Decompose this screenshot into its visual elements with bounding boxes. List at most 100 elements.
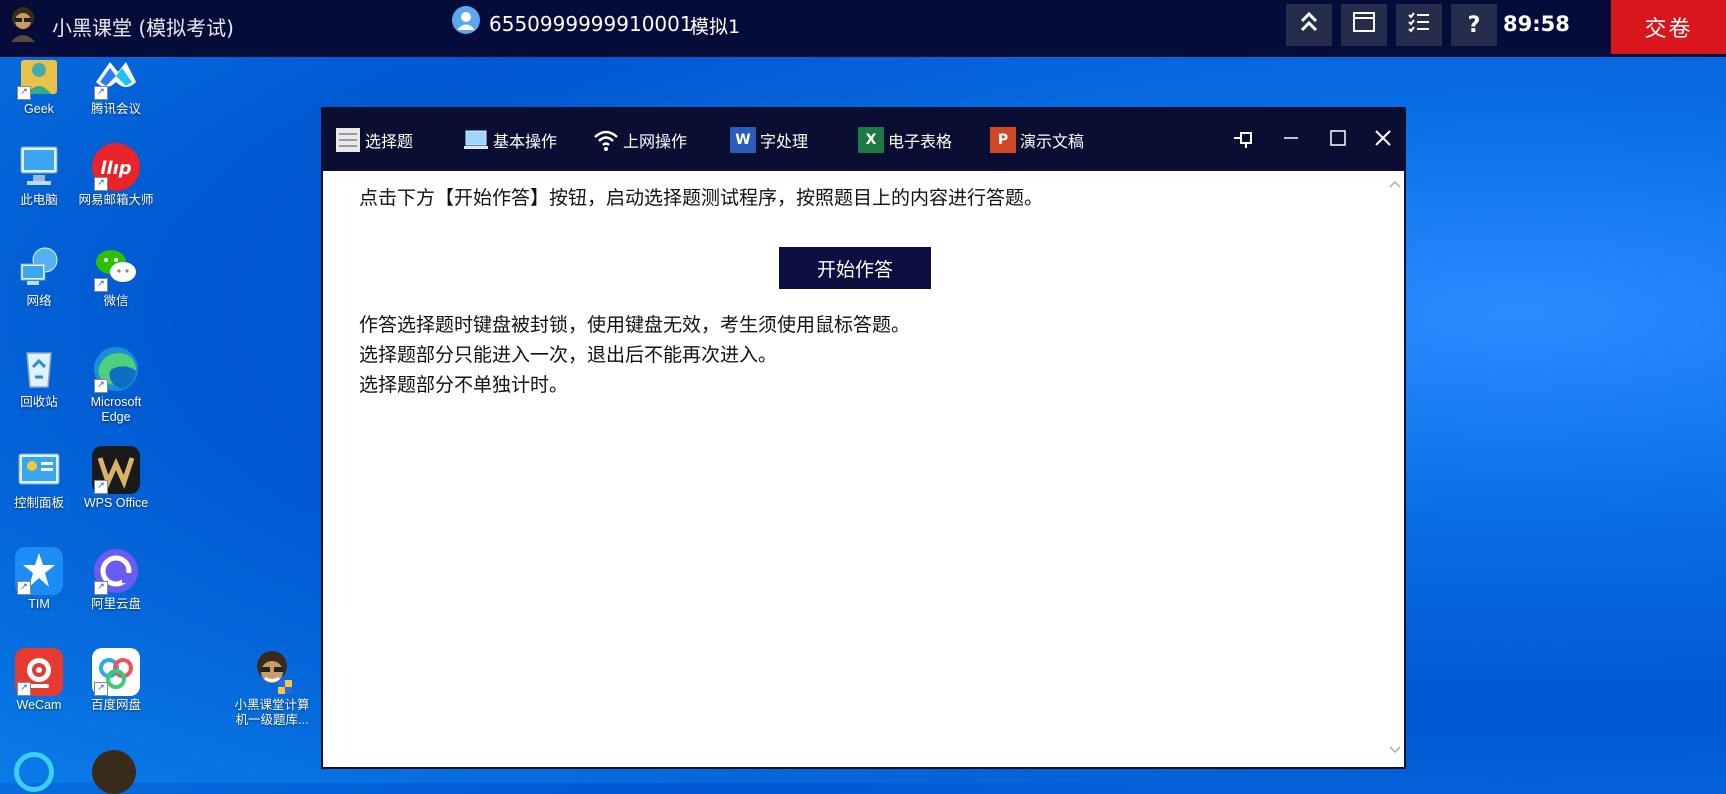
network-globe-icon [15, 244, 63, 292]
tab-label: 上网操作 [623, 132, 688, 151]
desktop-icon-baidu-netdisk[interactable]: ↗ 百度网盘 [77, 648, 155, 713]
instructions-panel: 点击下方【开始作答】按钮，启动选择题测试程序，按照题目上的内容进行答题。 开始作… [323, 171, 1388, 767]
countdown-timer: 89:58 [1503, 12, 1570, 36]
close-button[interactable] [1368, 125, 1398, 155]
tab-spreadsheet[interactable]: X 电子表格 [858, 125, 952, 155]
tab-label: 演示文稿 [1020, 132, 1085, 151]
pin-icon [1233, 128, 1255, 153]
tab-label: 电子表格 [888, 132, 953, 151]
question-type-tabs: 选择题 基本操作 上网操作 W 字处理 X 电子表格 P 演示文稿 [323, 109, 1404, 171]
app-logo-icon [6, 4, 40, 42]
desktop-icon-label: 百度网盘 [90, 698, 141, 712]
shortcut-arrow-icon: ↗ [94, 86, 108, 100]
control-panel-icon [15, 446, 63, 494]
desktop-icon-geek[interactable]: ↗ Geek [0, 52, 78, 117]
baidu-netdisk-icon: ↗ [92, 648, 140, 696]
desktop-icon-this-pc[interactable]: 此电脑 [0, 143, 78, 208]
tim-icon: ↗ [15, 547, 63, 595]
desktop-icon-edge[interactable]: ↗ Microsoft Edge [77, 345, 155, 425]
shortcut-arrow-icon: ↗ [94, 177, 108, 191]
shortcut-arrow-icon: ↗ [94, 379, 108, 393]
list-icon [335, 127, 361, 153]
maximize-button[interactable] [1323, 125, 1353, 155]
shortcut-arrow-icon: ↗ [94, 480, 108, 494]
desktop-icon-label: 此电脑 [20, 193, 58, 207]
exam-id: 6550999999910001 [489, 12, 693, 36]
desktop-icon-label: 阿里云盘 [90, 597, 141, 611]
minimize-button[interactable] [1276, 125, 1306, 155]
tab-word-processing[interactable]: W 字处理 [730, 125, 808, 155]
tencent-meeting-icon: ↗ [92, 52, 140, 100]
checklist-icon [1407, 11, 1431, 39]
desktop-icon-label: 腾讯会议 [90, 102, 141, 116]
user-avatar-icon [452, 6, 480, 34]
desktop-icon-wps-office[interactable]: ↗ WPS Office [77, 446, 155, 511]
geek-icon: ↗ [15, 52, 63, 100]
desktop-icon-label: Geek [24, 102, 54, 116]
desktop-icon-wecam[interactable]: ↗ WeCam [0, 648, 78, 713]
netease-mail-icon: llıp ↗ [92, 143, 140, 191]
help-button[interactable]: ? [1451, 4, 1497, 46]
recycle-bin-icon [15, 345, 63, 393]
desktop-icon-label: 控制面板 [13, 496, 64, 510]
scroll-up-icon[interactable] [1389, 179, 1401, 191]
wifi-icon [593, 127, 619, 153]
monitor-icon [463, 127, 489, 153]
collapse-button[interactable] [1286, 4, 1332, 46]
powerpoint-icon: P [990, 127, 1016, 153]
desktop-icon-control-panel[interactable]: 控制面板 [0, 446, 78, 511]
tab-label: 字处理 [760, 132, 809, 151]
partial-desktop-icon [14, 752, 54, 792]
tab-presentation[interactable]: P 演示文稿 [990, 125, 1084, 155]
shortcut-arrow-icon: ↗ [94, 682, 108, 696]
desktop-icon-network[interactable]: 网络 [0, 244, 78, 309]
desktop-icon-recycle-bin[interactable]: 回收站 [0, 345, 78, 410]
note-line: 作答选择题时键盘被封锁，使用键盘无效，考生须使用鼠标答题。 [359, 314, 911, 336]
pin-button[interactable] [1229, 125, 1259, 155]
window-icon [1352, 11, 1376, 39]
desktop-icon-label: 网络 [26, 294, 52, 308]
wps-office-icon: ↗ [92, 446, 140, 494]
desktop-icon-label: Microsoft Edge [90, 395, 142, 424]
partial-mascot-icon [92, 750, 136, 794]
shortcut-arrow-icon: ↗ [17, 581, 31, 595]
tab-label: 基本操作 [493, 132, 558, 151]
shortcut-arrow-icon: ↗ [94, 278, 108, 292]
desktop-icon-aliyun-drive[interactable]: ↗ 阿里云盘 [77, 547, 155, 612]
wecam-icon: ↗ [15, 648, 63, 696]
desktop-icon-tencent-meeting[interactable]: ↗ 腾讯会议 [77, 52, 155, 117]
svg-text:llıp: llıp [100, 158, 132, 179]
vertical-scrollbar[interactable] [1386, 171, 1404, 767]
desktop-icon-label: 微信 [103, 294, 129, 308]
desktop-icon-netease-mail[interactable]: llıp ↗ 网易邮箱大师 [77, 143, 155, 208]
tab-basic-operation[interactable]: 基本操作 [463, 125, 557, 155]
desktop-icon-label: 网易邮箱大师 [78, 193, 154, 207]
scroll-down-icon[interactable] [1389, 745, 1401, 757]
desktop-icon-wechat[interactable]: ↗ 微信 [77, 244, 155, 309]
tab-label: 选择题 [365, 132, 414, 151]
excel-icon: X [858, 127, 884, 153]
submit-exam-button[interactable]: 交卷 [1611, 0, 1726, 54]
minimize-icon [1282, 128, 1300, 152]
tab-choice[interactable]: 选择题 [335, 125, 413, 155]
checklist-button[interactable] [1396, 4, 1442, 46]
shortcut-arrow-icon: ↗ [17, 86, 31, 100]
desktop-icon-label: WPS Office [83, 496, 149, 510]
desktop-icon-label: 小黑课堂计算机一级题库... [234, 698, 310, 727]
notes-list: 作答选择题时键盘被封锁，使用键盘无效，考生须使用鼠标答题。 选择题部分只能进入一… [359, 310, 910, 400]
shortcut-arrow-icon: ↗ [17, 682, 31, 696]
aliyun-drive-icon: ↗ [92, 547, 140, 595]
window-toggle-button[interactable] [1341, 4, 1387, 46]
edge-browser-icon: ↗ [92, 345, 140, 393]
xiaohei-mascot-icon [248, 648, 296, 696]
exam-window: 选择题 基本操作 上网操作 W 字处理 X 电子表格 P 演示文稿 点击下方【开… [321, 107, 1406, 769]
note-line: 选择题部分不单独计时。 [359, 374, 569, 396]
collapse-up-icon [1299, 11, 1319, 39]
tab-internet-operation[interactable]: 上网操作 [593, 125, 687, 155]
help-icon: ? [1467, 12, 1481, 38]
start-answer-button[interactable]: 开始作答 [779, 247, 931, 289]
desktop-icon-label: WeCam [16, 698, 62, 712]
computer-icon [15, 143, 63, 191]
desktop-icon-tim[interactable]: ↗ TIM [0, 547, 78, 612]
desktop-icon-xiaohei-question-bank[interactable]: 小黑课堂计算机一级题库... [232, 648, 312, 728]
